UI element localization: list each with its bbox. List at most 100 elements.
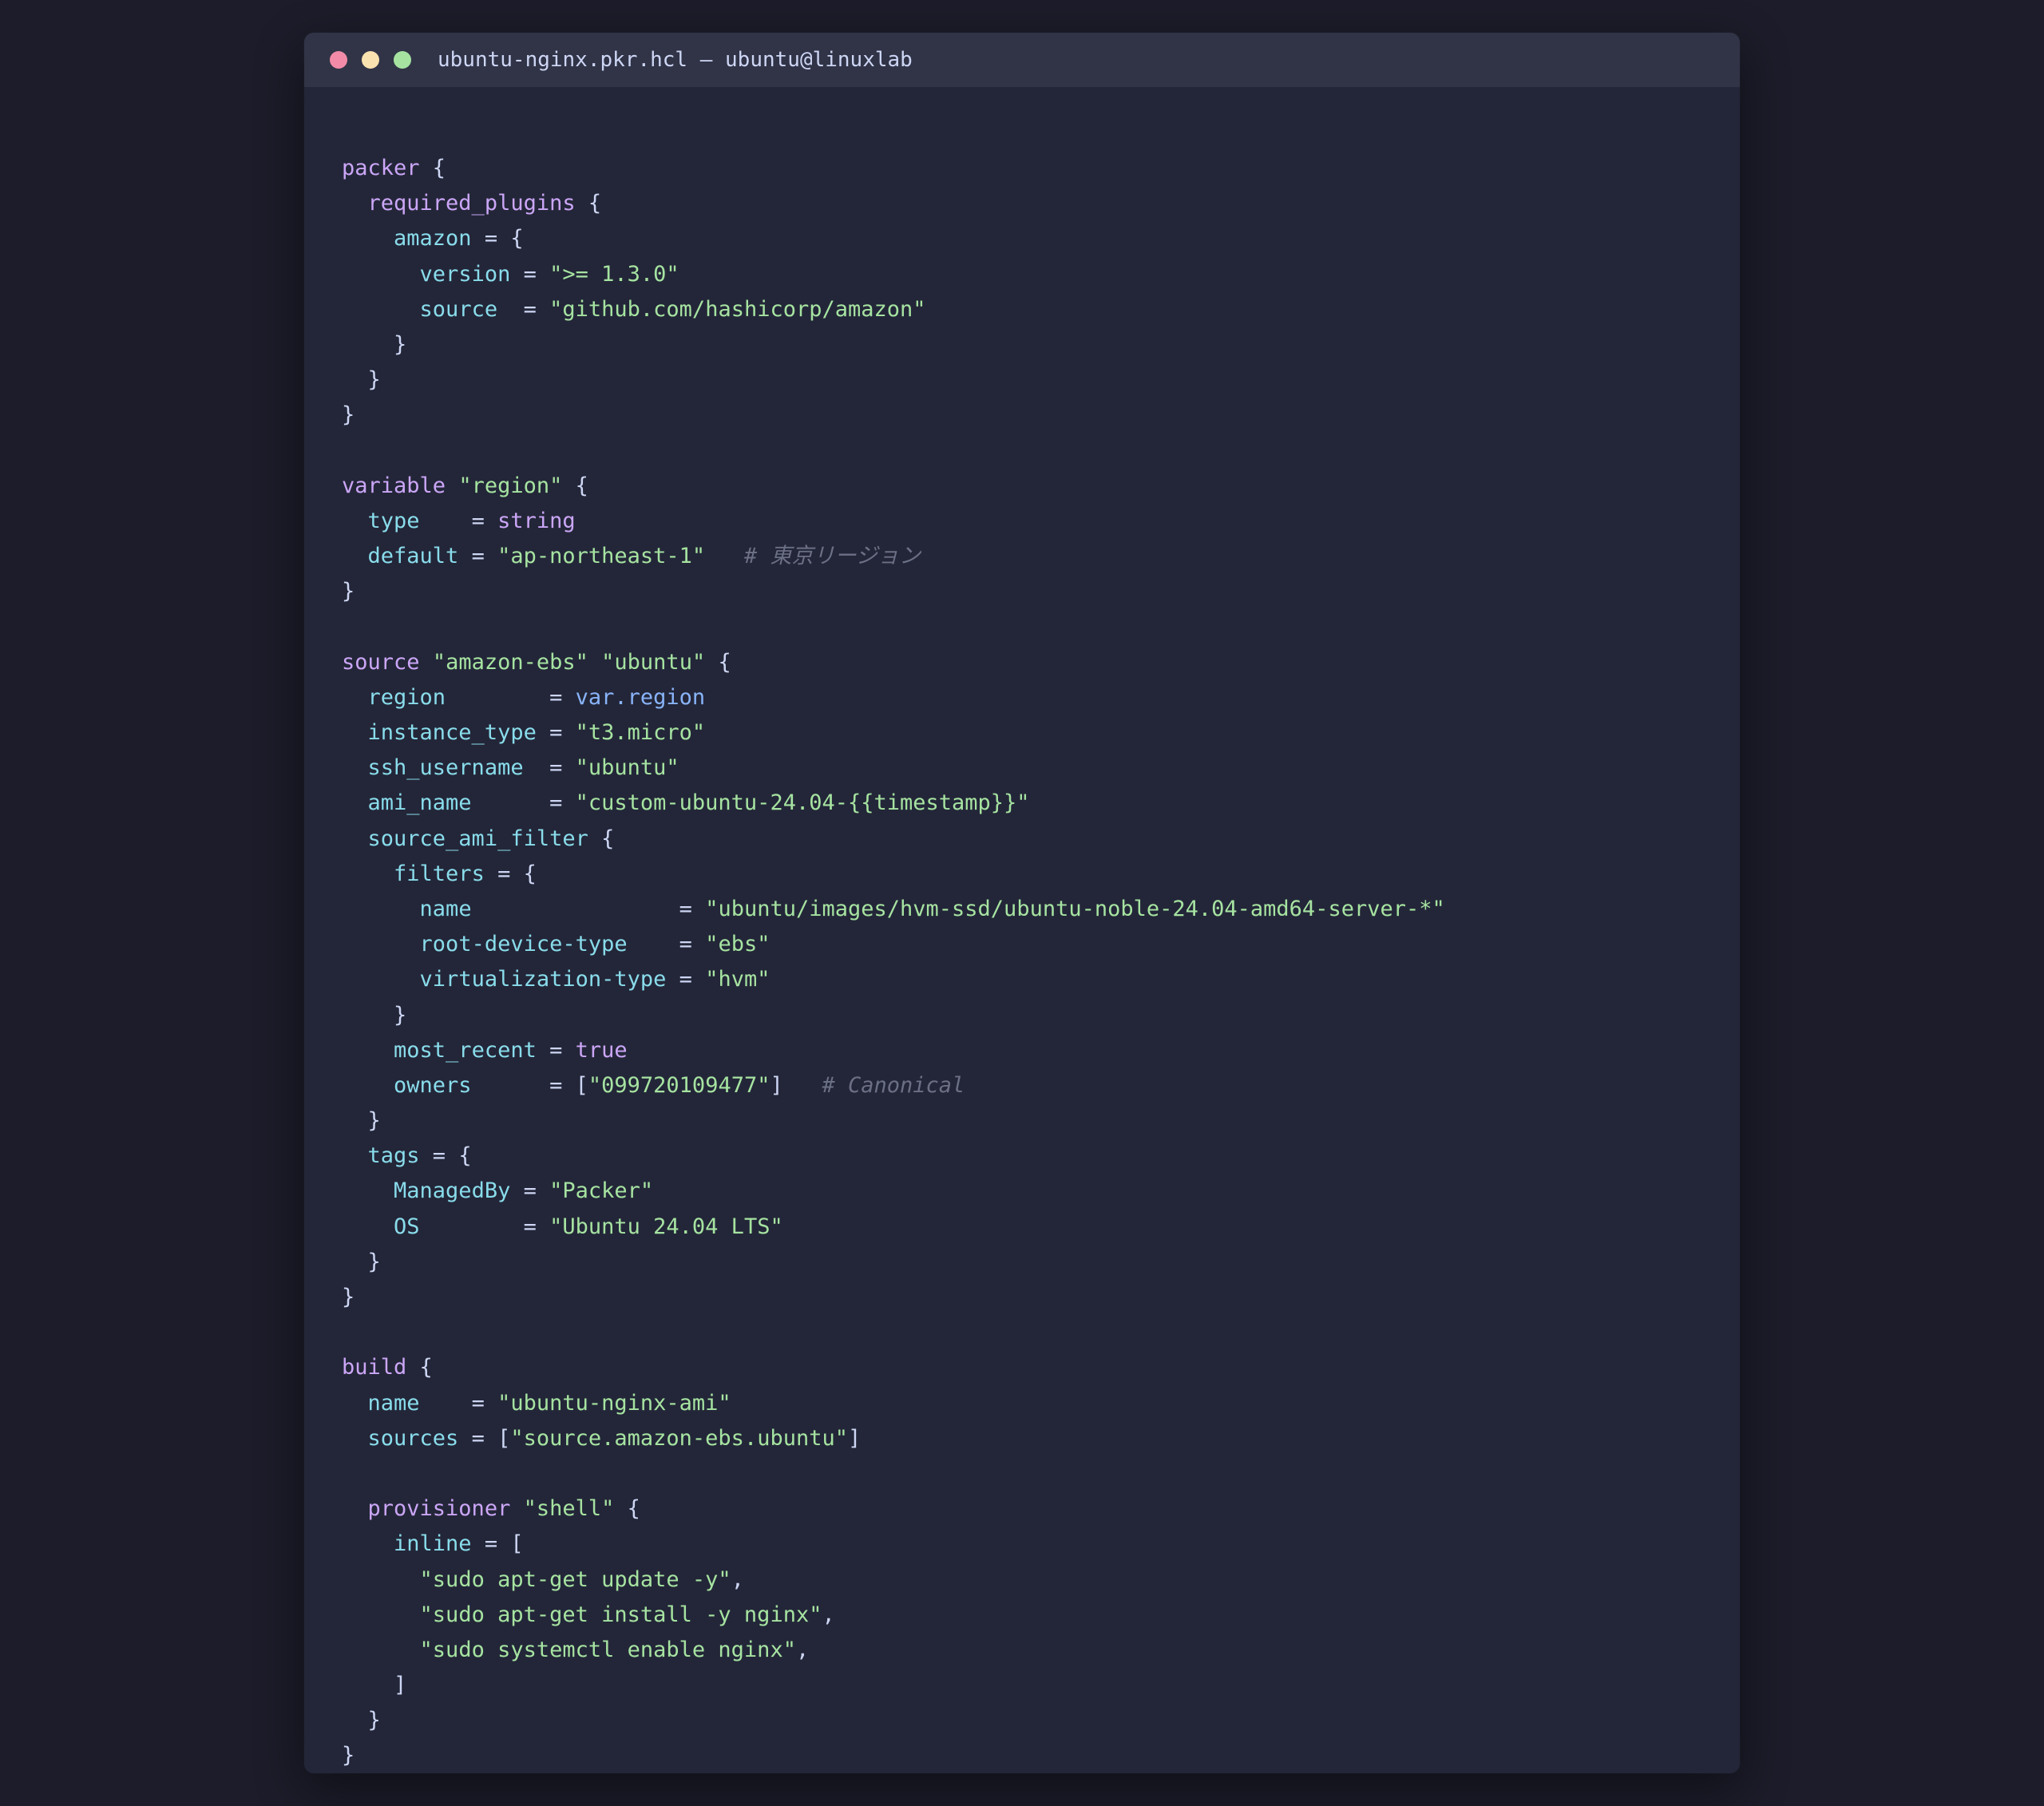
punctuation-token — [342, 1527, 394, 1562]
code-line: name = "ubuntu/images/hvm-ssd/ubuntu-nob… — [342, 892, 1445, 927]
code-line: } — [342, 1280, 1445, 1315]
code-line: } — [342, 362, 1445, 398]
punctuation-token: { — [562, 473, 588, 498]
code-line: provisioner "shell" { — [342, 1491, 1445, 1527]
close-button[interactable] — [330, 51, 347, 69]
string-token: "sudo systemctl enable nginx" — [419, 1637, 796, 1662]
punctuation-token: = — [497, 296, 550, 322]
code-line: ami_name = "custom-ubuntu-24.04-{{timest… — [342, 786, 1445, 821]
code-line: } — [342, 1703, 1445, 1738]
code-line: } — [342, 998, 1445, 1033]
string-token: "sudo apt-get update -y" — [419, 1566, 731, 1592]
punctuation-token — [446, 469, 458, 504]
key-token: default — [367, 544, 459, 569]
code-line: source_ami_filter { — [342, 822, 1445, 857]
keyword-token: packer — [342, 156, 420, 180]
punctuation-token: = [ — [471, 1531, 524, 1557]
punctuation-token — [705, 539, 744, 574]
code-line: owners = ["099720109477"] # Canonical — [342, 1068, 1445, 1103]
code-line: packer { — [342, 151, 1445, 186]
code-line: inline = [ — [342, 1527, 1445, 1562]
code-line: default = "ap-northeast-1" # 東京リージョン — [342, 539, 1445, 574]
key-token: OS — [394, 1214, 420, 1239]
keyword-token: string — [497, 508, 576, 533]
punctuation-token — [342, 1491, 368, 1527]
code-editor[interactable]: packer { required_plugins { amazon = { v… — [342, 151, 1445, 1773]
punctuation-token: } — [342, 1708, 381, 1733]
punctuation-token: , — [795, 1637, 810, 1662]
punctuation-token — [342, 751, 368, 786]
punctuation-token: } — [342, 1108, 381, 1134]
string-token: "ubuntu-nginx-ami" — [497, 1390, 731, 1416]
punctuation-token — [420, 645, 433, 680]
key-token: owners — [394, 1072, 472, 1098]
punctuation-token: } — [342, 367, 381, 393]
punctuation-token — [342, 1386, 368, 1421]
key-token: instance_type — [367, 720, 537, 745]
key-token: name — [367, 1390, 420, 1416]
code-line: amazon = { — [342, 221, 1445, 256]
keyword-token: required_plugins — [367, 191, 576, 216]
punctuation-token — [342, 927, 420, 962]
punctuation-token — [342, 539, 368, 574]
punctuation-token: } — [342, 402, 355, 428]
punctuation-token — [588, 645, 601, 680]
punctuation-token — [342, 1633, 420, 1668]
maximize-button[interactable] — [394, 51, 411, 69]
code-line: ManagedBy = "Packer" — [342, 1174, 1445, 1209]
reference-token: var.region — [575, 684, 706, 710]
punctuation-token: , — [731, 1566, 744, 1592]
key-token: tags — [367, 1143, 420, 1169]
punctuation-token: = — [666, 967, 706, 992]
punctuation-token: { — [614, 1496, 640, 1522]
punctuation-token: = — [458, 544, 498, 569]
punctuation-token: = — [446, 684, 576, 710]
window-title: ubuntu-nginx.pkr.hcl — ubuntu@linuxlab — [438, 48, 913, 72]
punctuation-token: } — [342, 1285, 355, 1309]
code-line: ] — [342, 1668, 1445, 1703]
code-line: region = var.region — [342, 680, 1445, 715]
punctuation-token — [342, 1139, 368, 1174]
code-line: tags = { — [342, 1139, 1445, 1174]
punctuation-token: } — [342, 1249, 381, 1274]
punctuation-token — [342, 1033, 394, 1068]
key-token: amazon — [394, 226, 472, 251]
string-token: "github.com/hashicorp/amazon" — [549, 296, 926, 322]
punctuation-token — [342, 186, 368, 221]
punctuation-token: , — [822, 1602, 835, 1627]
string-token: "ubuntu/images/hvm-ssd/ubuntu-noble-24.0… — [705, 896, 1445, 921]
punctuation-token: } — [342, 1743, 355, 1768]
punctuation-token — [342, 257, 420, 292]
punctuation-token: } — [342, 331, 407, 357]
window-titlebar: ubuntu-nginx.pkr.hcl — ubuntu@linuxlab — [304, 33, 1740, 87]
string-token: "sudo apt-get install -y nginx" — [419, 1602, 822, 1627]
string-token: "source.amazon-ebs.ubuntu" — [510, 1425, 848, 1451]
code-line: version = ">= 1.3.0" — [342, 257, 1445, 292]
punctuation-token — [342, 857, 394, 892]
punctuation-token — [342, 1421, 368, 1456]
punctuation-token: = — [536, 720, 576, 745]
minimize-button[interactable] — [362, 51, 379, 69]
code-line: "sudo apt-get update -y", — [342, 1562, 1445, 1598]
punctuation-token: = — [510, 1178, 550, 1204]
punctuation-token — [342, 221, 394, 256]
punctuation-token: { — [419, 156, 446, 180]
key-token: ssh_username — [367, 755, 524, 781]
punctuation-token: = — [419, 508, 498, 533]
punctuation-token: = { — [484, 861, 537, 886]
key-token: version — [419, 261, 511, 287]
punctuation-token — [342, 1562, 420, 1598]
string-token: "shell" — [523, 1496, 615, 1522]
punctuation-token: } — [342, 1002, 407, 1028]
punctuation-token: = — [627, 932, 706, 957]
boolean-token: true — [575, 1037, 628, 1063]
string-token: "Packer" — [549, 1178, 654, 1204]
code-line: source = "github.com/hashicorp/amazon" — [342, 292, 1445, 327]
string-token: "099720109477" — [588, 1072, 770, 1098]
code-line: required_plugins { — [342, 186, 1445, 221]
code-line: } — [342, 1103, 1445, 1139]
code-line: source "amazon-ebs" "ubuntu" { — [342, 645, 1445, 680]
string-token: "Ubuntu 24.04 LTS" — [549, 1214, 783, 1239]
punctuation-token: { — [575, 191, 602, 216]
